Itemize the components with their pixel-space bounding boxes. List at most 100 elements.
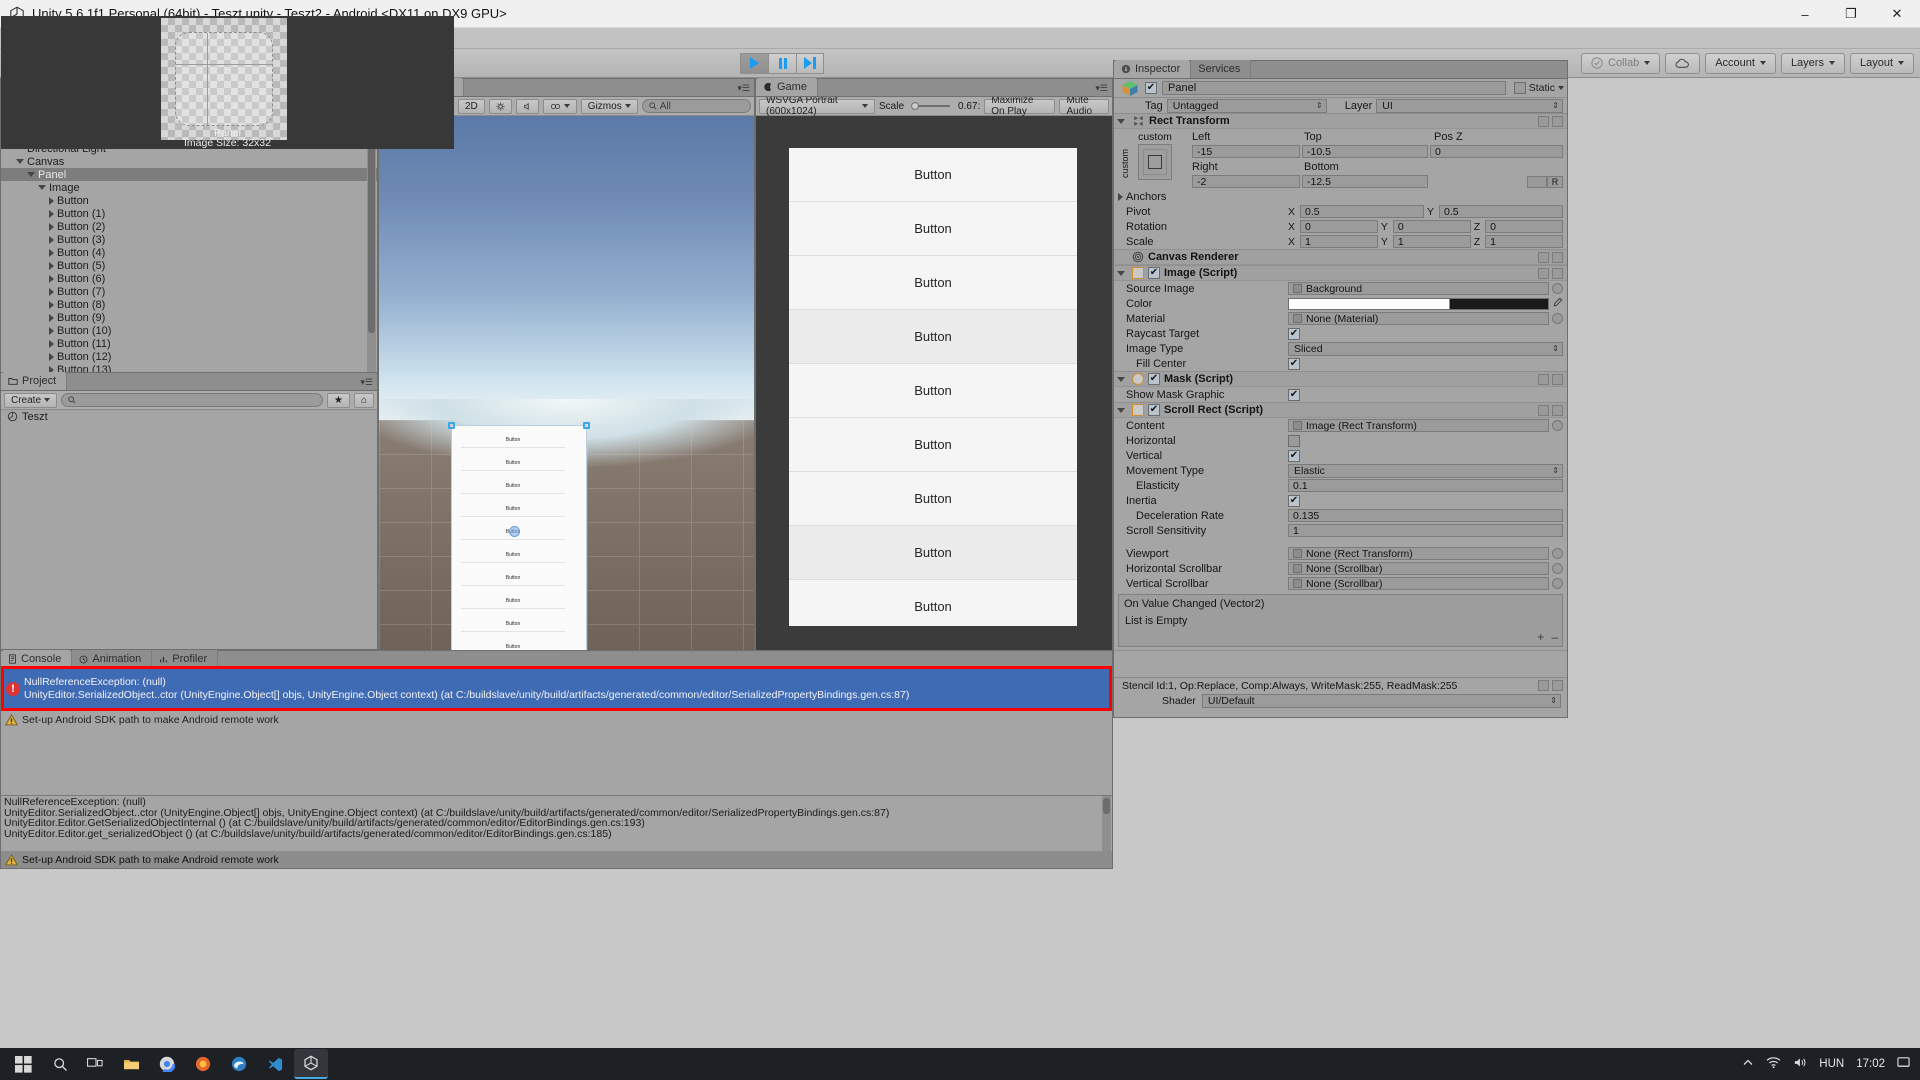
collapse-arrow-icon[interactable]	[27, 172, 35, 177]
game-button-8[interactable]: Button	[789, 580, 1077, 626]
checkbox-show-mask-graphic[interactable]: ✔	[1288, 388, 1300, 401]
tray-network-icon[interactable]	[1766, 1056, 1781, 1072]
object-picker-icon[interactable]	[1552, 578, 1563, 589]
collapse-arrow-icon[interactable]	[1117, 270, 1125, 276]
game-maximize-toggle[interactable]: Maximize On Play	[984, 95, 1056, 117]
tray-notification-icon[interactable]	[1897, 1056, 1910, 1072]
maximize-button[interactable]: ❐	[1828, 0, 1874, 28]
expand-arrow-icon[interactable]	[49, 326, 54, 335]
hierarchy-item-button-1[interactable]: Button (1)	[1, 207, 377, 220]
anchor-preset-button[interactable]	[1138, 144, 1172, 180]
gear-icon[interactable]	[1552, 680, 1563, 691]
hierarchy-item-button-4[interactable]: Button (4)	[1, 246, 377, 259]
hierarchy-item-panel[interactable]: Panel	[1, 168, 377, 181]
scene-mini-button-6[interactable]: Button	[461, 570, 565, 586]
console-stack-trace[interactable]: NullReferenceException: (null) UnityEdito…	[1, 796, 1112, 851]
help-icon[interactable]	[1538, 373, 1549, 385]
game-scale-slider[interactable]	[908, 101, 954, 111]
scene-mini-button-2[interactable]: Button	[461, 478, 565, 494]
dropdown-movement-type[interactable]: Elastic ⇕	[1288, 463, 1563, 478]
anchor-preset-area[interactable]: custom custom	[1114, 129, 1192, 189]
console-entry-selected[interactable]: ! NullReferenceException: (null) UnityEd…	[4, 669, 1109, 708]
help-icon[interactable]	[1538, 115, 1549, 127]
expand-arrow-icon[interactable]	[49, 352, 54, 361]
blueprint-mode-button[interactable]	[1527, 175, 1547, 188]
scene-2d-toggle[interactable]: 2D	[458, 98, 485, 114]
console-stack-scrollbar[interactable]	[1102, 796, 1111, 851]
expand-arrow-icon[interactable]	[49, 261, 54, 270]
gear-icon[interactable]	[1552, 251, 1563, 263]
hierarchy-item-button-9[interactable]: Button (9)	[1, 311, 377, 324]
scene-mini-button-9[interactable]: Button	[461, 639, 565, 650]
taskbar-clock[interactable]: 17:02	[1856, 1058, 1885, 1070]
tab-inspector[interactable]: Inspector	[1114, 60, 1192, 78]
layers-button[interactable]: Layers	[1780, 52, 1845, 74]
gear-icon[interactable]	[1552, 373, 1563, 385]
expand-arrow-icon[interactable]	[49, 248, 54, 257]
object-picker-icon[interactable]	[1552, 313, 1563, 324]
taskbar-task-view-button[interactable]	[78, 1049, 112, 1079]
expand-arrow-icon[interactable]	[49, 313, 54, 322]
collapse-arrow-icon[interactable]	[16, 159, 24, 164]
gear-icon[interactable]	[1552, 404, 1563, 416]
rotation-y-input[interactable]: 0	[1392, 220, 1471, 233]
mask-enabled-checkbox[interactable]: ✔	[1148, 373, 1160, 385]
hierarchy-item-button-12[interactable]: Button (12)	[1, 350, 377, 363]
project-panel-menu[interactable]: ▾☰	[360, 377, 373, 388]
collapse-arrow-icon[interactable]	[1117, 118, 1125, 124]
scale-y-input[interactable]: 1	[1392, 235, 1471, 248]
pivot-y-input[interactable]: 0.5	[1439, 205, 1563, 218]
gear-icon[interactable]	[1552, 267, 1563, 279]
hierarchy-item-button-10[interactable]: Button (10)	[1, 324, 377, 337]
scene-lighting-toggle[interactable]	[488, 98, 512, 114]
hierarchy-item-canvas[interactable]: Canvas	[1, 155, 377, 168]
scene-audio-toggle[interactable]	[515, 98, 539, 114]
object-picker-icon[interactable]	[1552, 283, 1563, 294]
game-scroll-panel[interactable]: Button Button Button Button Button Button Butt…	[789, 148, 1077, 626]
taskbar-edge-button[interactable]	[222, 1049, 256, 1079]
scene-mini-button-0[interactable]: Button	[461, 432, 565, 448]
object-field-source-image[interactable]: Background	[1288, 282, 1549, 295]
game-button-1[interactable]: Button	[789, 202, 1077, 256]
shader-dropdown[interactable]: UI/Default ⇕	[1201, 693, 1561, 708]
scene-effects-dropdown[interactable]	[542, 98, 577, 114]
collapse-arrow-icon[interactable]	[1117, 376, 1125, 382]
hierarchy-item-button-13[interactable]: Button (13)	[1, 363, 377, 372]
raw-edit-mode-button[interactable]: R	[1547, 175, 1563, 188]
hierarchy-item-button-7[interactable]: Button (7)	[1, 285, 377, 298]
scene-search-input[interactable]: All	[641, 99, 751, 113]
expand-arrow-icon[interactable]	[49, 287, 54, 296]
layer-dropdown[interactable]: UI ⇕	[1376, 98, 1563, 113]
step-button[interactable]	[796, 52, 824, 74]
hierarchy-item-button-6[interactable]: Button (6)	[1, 272, 377, 285]
scroll-rect-header[interactable]: ✔ Scroll Rect (Script)	[1114, 403, 1567, 418]
image-script-header[interactable]: ✔ Image (Script)	[1114, 266, 1567, 281]
event-add-button[interactable]: +	[1537, 630, 1544, 644]
scale-z-input[interactable]: 1	[1485, 235, 1563, 248]
object-name-input[interactable]: Panel	[1162, 81, 1506, 95]
text-input-scroll-sensitivity[interactable]: 1	[1288, 524, 1563, 537]
rect-posz-input[interactable]: 0	[1430, 145, 1563, 158]
help-icon[interactable]	[1538, 680, 1549, 691]
scale-x-input[interactable]: 1	[1300, 235, 1378, 248]
project-row-teszt[interactable]: Teszt	[1, 410, 377, 423]
tab-project[interactable]: Project	[1, 372, 68, 390]
hierarchy-tree[interactable]: TesztMain CameraDirectional LightCanvasP…	[1, 116, 377, 372]
tray-volume-icon[interactable]	[1793, 1056, 1807, 1072]
help-icon[interactable]	[1538, 404, 1549, 416]
image-enabled-checkbox[interactable]: ✔	[1148, 267, 1160, 279]
scene-mini-button-3[interactable]: Button	[461, 501, 565, 517]
taskbar-unity-button[interactable]	[294, 1049, 328, 1079]
hierarchy-scrollbar[interactable]	[367, 116, 376, 372]
hierarchy-item-button-11[interactable]: Button (11)	[1, 337, 377, 350]
minimize-button[interactable]: –	[1782, 0, 1828, 28]
layout-button[interactable]: Layout	[1849, 52, 1914, 74]
rect-top-input[interactable]: -10.5	[1302, 145, 1428, 158]
hierarchy-item-image[interactable]: Image	[1, 181, 377, 194]
event-remove-button[interactable]: –	[1551, 630, 1558, 644]
object-picker-icon[interactable]	[1552, 563, 1563, 574]
scene-mini-button-8[interactable]: Button	[461, 616, 565, 632]
collapse-arrow-icon[interactable]	[1117, 407, 1125, 413]
on-value-changed-event-list[interactable]: On Value Changed (Vector2) List is Empty…	[1118, 594, 1563, 647]
rect-transform-header[interactable]: Rect Transform	[1114, 114, 1567, 129]
